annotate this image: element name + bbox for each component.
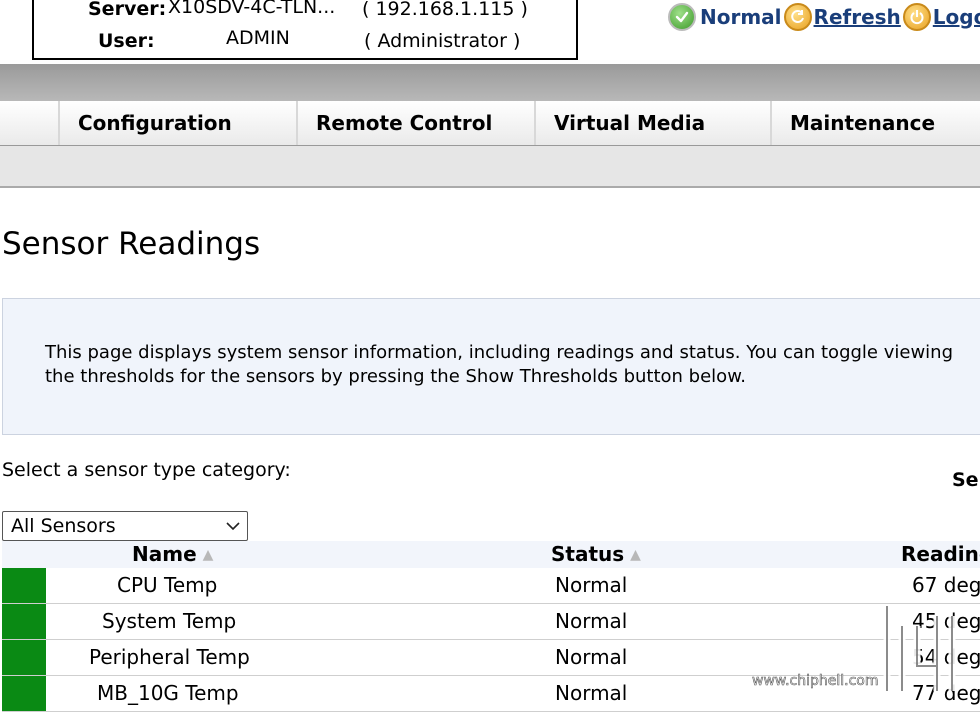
sensor-table-header: Name ▲︎ Status ▲︎ Reading (2, 541, 980, 568)
sensor-reading: 54 degr (912, 645, 980, 669)
column-status-label: Status (551, 542, 625, 566)
table-row[interactable]: System Temp Normal 45 degr (2, 604, 980, 640)
server-label: Server: (88, 0, 167, 20)
column-reading-label: Reading (901, 542, 980, 566)
server-info-box: Server: X10SDV-4C-TLN... ( 192.168.1.115… (32, 0, 578, 60)
table-row[interactable]: Peripheral Temp Normal 54 degr (2, 640, 980, 676)
table-row[interactable]: MB_10G Temp Normal 77 degr (2, 676, 980, 712)
sensor-reading: 45 degr (912, 609, 980, 633)
nav-virtual-media[interactable]: Virtual Media (534, 101, 770, 145)
sensor-reading: 67 degr (912, 573, 980, 597)
server-ip: ( 192.168.1.115 ) (362, 0, 528, 20)
user-name: ADMIN (226, 27, 290, 49)
sensor-status: Normal (555, 681, 628, 705)
sensor-category-value: All Sensors (11, 515, 116, 537)
sensor-status: Normal (555, 645, 628, 669)
refresh-icon[interactable] (783, 3, 812, 31)
description-box: This page displays system sensor informa… (2, 298, 980, 435)
user-label: User: (98, 30, 155, 52)
column-header-status[interactable]: Status ▲︎ (551, 541, 641, 569)
sensor-status: Normal (555, 609, 628, 633)
sensor-reading: 77 degr (912, 681, 980, 705)
check-icon (668, 3, 696, 31)
header-band (0, 64, 980, 101)
status-indicator (2, 640, 46, 675)
logout-icon[interactable] (902, 3, 931, 31)
user-role: ( Administrator ) (364, 30, 521, 52)
page-title: Sensor Readings (2, 226, 261, 262)
column-header-name[interactable]: Name ▲︎ (132, 541, 213, 569)
right-section-label: Ser (952, 469, 980, 491)
system-status-text: Normal (700, 5, 782, 29)
column-header-reading[interactable]: Reading (901, 541, 980, 568)
status-indicator (2, 604, 46, 639)
nav-configuration[interactable]: Configuration (58, 101, 296, 145)
header-status-area: Normal Refresh Logout (668, 1, 980, 33)
sensor-name: System Temp (102, 609, 237, 633)
sub-nav-bar (0, 146, 980, 188)
sort-icon[interactable]: ▲︎ (203, 547, 214, 563)
description-text: This page displays system sensor informa… (45, 342, 954, 387)
column-name-label: Name (132, 542, 197, 566)
logout-link[interactable]: Logout (933, 5, 980, 29)
nav-remote-control[interactable]: Remote Control (296, 101, 534, 145)
sort-icon[interactable]: ▲︎ (630, 547, 641, 563)
sensor-category-select[interactable]: All Sensors (2, 511, 248, 541)
server-name: X10SDV-4C-TLN... (168, 0, 336, 18)
sensor-name: CPU Temp (117, 573, 218, 597)
sensor-status: Normal (555, 573, 628, 597)
refresh-link[interactable]: Refresh (814, 5, 901, 29)
sensor-name: MB_10G Temp (97, 681, 239, 705)
sensor-category-label: Select a sensor type category: (2, 459, 291, 481)
nav-maintenance[interactable]: Maintenance (770, 101, 980, 145)
table-row[interactable]: CPU Temp Normal 67 degr (2, 568, 980, 604)
main-nav: Configuration Remote Control Virtual Med… (0, 101, 980, 146)
status-indicator (2, 568, 46, 603)
status-indicator (2, 676, 46, 711)
sensor-name: Peripheral Temp (89, 645, 250, 669)
